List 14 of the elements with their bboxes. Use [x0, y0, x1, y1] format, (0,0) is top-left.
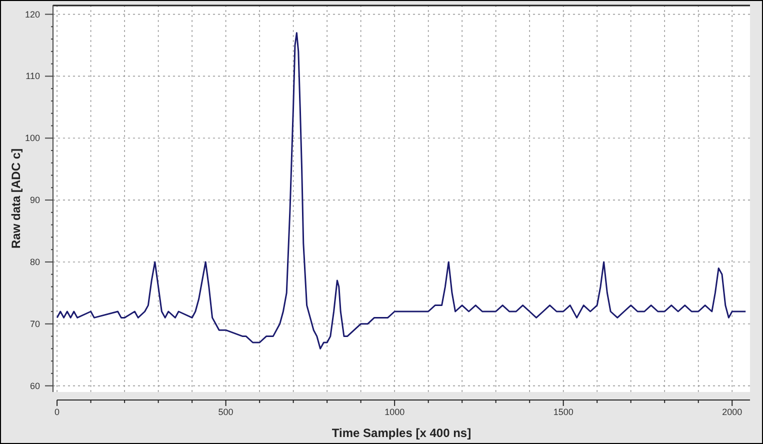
- x-tick-label: 500: [218, 407, 234, 417]
- y-tick-label: 70: [30, 318, 40, 329]
- x-tick-label: 1000: [384, 407, 405, 417]
- y-tick-label: 100: [24, 133, 40, 144]
- y-tick-label: 60: [30, 380, 40, 391]
- y-tick-label: 90: [30, 195, 40, 206]
- y-axis-title: Raw data [ADC c]: [9, 148, 23, 248]
- x-tick-label: 1500: [553, 407, 574, 417]
- y-tick-label: 80: [30, 256, 40, 267]
- x-axis-title: Time Samples [x 400 ns]: [332, 426, 472, 440]
- y-tick-label: 110: [26, 71, 40, 82]
- x-tick-label: 2000: [722, 407, 742, 417]
- y-tick-label: 120: [24, 9, 40, 20]
- x-tick-label: 0: [54, 407, 60, 417]
